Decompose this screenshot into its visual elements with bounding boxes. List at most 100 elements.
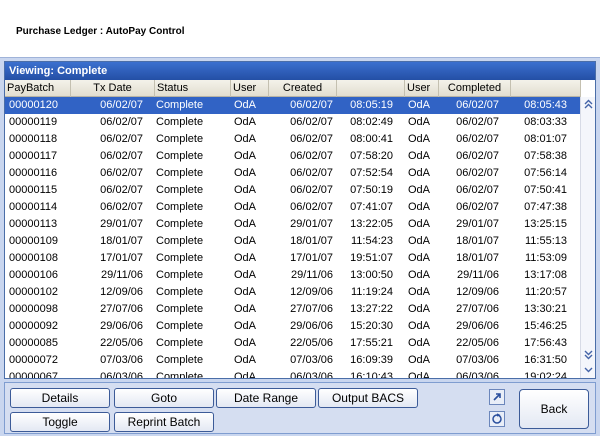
batch-panel: Viewing: Complete PayBatch Tx Date Statu… [4, 61, 596, 379]
table-row[interactable]: 00000120 06/02/07 Complete OdA 06/02/07 08:05… [5, 97, 581, 114]
cell-created-date: 06/02/07 [290, 150, 333, 162]
window-title: Purchase Ledger : AutoPay Control [16, 26, 185, 37]
cell-completed-time: 11:55:13 [524, 235, 567, 247]
cell-completed-date: 06/03/06 [456, 371, 499, 378]
col-header-status[interactable]: Status [155, 80, 231, 97]
cell-created-time: 08:00:41 [350, 133, 393, 145]
double-chevron-up-icon[interactable] [582, 99, 595, 112]
cell-completed-date: 06/02/07 [456, 116, 499, 128]
window-header: Purchase Ledger : AutoPay Control [0, 0, 600, 58]
col-header-paybatch[interactable]: PayBatch [5, 80, 71, 97]
cell-created-date: 06/02/07 [290, 133, 333, 145]
table-row[interactable]: 00000092 29/06/06 Complete OdA 29/06/06 15:20… [5, 318, 581, 335]
cell-created-time: 13:27:22 [350, 303, 393, 315]
table-row[interactable]: 00000109 18/01/07 Complete OdA 18/01/07 11:54… [5, 233, 581, 250]
back-button[interactable]: Back [519, 389, 589, 429]
cell-created-date: 29/01/07 [290, 218, 333, 230]
cell-completed-date: 06/02/07 [456, 201, 499, 213]
details-button[interactable]: Details [10, 388, 110, 408]
cell-created-date: 06/02/07 [290, 116, 333, 128]
cell-completed-time: 07:50:41 [524, 184, 567, 196]
cell-completed-time: 13:17:08 [524, 269, 567, 281]
cell-created-date: 18/01/07 [290, 235, 333, 247]
cell-txdate: 06/02/07 [100, 133, 143, 145]
cell-completed-date: 22/05/06 [456, 337, 499, 349]
reprint-batch-button[interactable]: Reprint Batch [114, 412, 214, 432]
cell-created-date: 06/03/06 [290, 371, 333, 378]
cell-completed-time: 13:25:15 [524, 218, 567, 230]
cell-completed-date: 18/01/07 [456, 252, 499, 264]
vertical-scrollbar[interactable] [580, 97, 595, 378]
table-row[interactable]: 00000117 06/02/07 Complete OdA 06/02/07 07:58… [5, 148, 581, 165]
cell-created-time: 13:22:05 [350, 218, 393, 230]
cell-created-time: 07:41:07 [350, 201, 393, 213]
col-header-created-time[interactable] [337, 80, 405, 97]
col-header-completed-time[interactable] [511, 80, 581, 97]
col-header-completed[interactable]: Completed [439, 80, 511, 97]
cell-status: Complete [156, 116, 204, 128]
cell-created-time: 13:00:50 [350, 269, 393, 281]
table-row[interactable]: 00000114 06/02/07 Complete OdA 06/02/07 07:41… [5, 199, 581, 216]
cell-txdate: 06/02/07 [100, 150, 143, 162]
cell-completed-date: 27/07/06 [456, 303, 499, 315]
table-row[interactable]: 00000102 12/09/06 Complete OdA 12/09/06 11:19… [5, 284, 581, 301]
cell-created-date: 27/07/06 [290, 303, 333, 315]
col-header-user[interactable]: User [231, 80, 269, 97]
cell-completed-time: 13:30:21 [524, 303, 567, 315]
table-row[interactable]: 00000115 06/02/07 Complete OdA 06/02/07 07:50… [5, 182, 581, 199]
table-row[interactable]: 00000072 07/03/06 Complete OdA 07/03/06 16:09… [5, 352, 581, 369]
date-range-button[interactable]: Date Range [216, 388, 316, 408]
cell-status: Complete [156, 303, 204, 315]
double-chevron-down-icon[interactable] [582, 350, 595, 363]
cell-completed-date: 06/02/07 [456, 99, 499, 111]
cell-completed-date: 29/11/06 [456, 269, 499, 281]
arrow-out-icon[interactable] [489, 389, 505, 405]
cell-completed-time: 15:46:25 [524, 320, 567, 332]
table-row[interactable]: 00000067 06/03/06 Complete OdA 06/03/06 16:10… [5, 369, 581, 378]
cell-status: Complete [156, 167, 204, 179]
cell-txdate: 17/01/07 [100, 252, 143, 264]
grid-header: PayBatch Tx Date Status User Created Use… [5, 80, 581, 97]
cell-status: Complete [156, 286, 204, 298]
output-bacs-button[interactable]: Output BACS [318, 388, 418, 408]
chevron-down-icon[interactable] [582, 364, 595, 377]
table-row[interactable]: 00000098 27/07/06 Complete OdA 27/07/06 13:27… [5, 301, 581, 318]
cell-created-time: 15:20:30 [350, 320, 393, 332]
goto-button[interactable]: Goto [114, 388, 214, 408]
col-header-user-completed[interactable]: User [405, 80, 439, 97]
col-header-txdate[interactable]: Tx Date [71, 80, 155, 97]
cell-completed-time: 07:56:14 [524, 167, 567, 179]
col-header-created[interactable]: Created [269, 80, 337, 97]
batch-table: 00000120 06/02/07 Complete OdA 06/02/07 08:05… [5, 97, 581, 378]
table-row[interactable]: 00000118 06/02/07 Complete OdA 06/02/07 08:00… [5, 131, 581, 148]
cell-created-date: 06/02/07 [290, 99, 333, 111]
table-row[interactable]: 00000113 29/01/07 Complete OdA 29/01/07 13:22… [5, 216, 581, 233]
cell-txdate: 18/01/07 [100, 235, 143, 247]
cell-created-date: 06/02/07 [290, 201, 333, 213]
table-row[interactable]: 00000106 29/11/06 Complete OdA 29/11/06 13:00… [5, 267, 581, 284]
table-row[interactable]: 00000085 22/05/06 Complete OdA 22/05/06 17:55… [5, 335, 581, 352]
cell-completed-date: 29/06/06 [456, 320, 499, 332]
cell-completed-time: 08:05:43 [524, 99, 567, 111]
cell-completed-time: 19:02:24 [524, 371, 567, 378]
cell-status: Complete [156, 235, 204, 247]
refresh-icon[interactable] [489, 411, 505, 427]
cell-txdate: 27/07/06 [100, 303, 143, 315]
cell-status: Complete [156, 371, 204, 378]
cell-txdate: 29/01/07 [100, 218, 143, 230]
cell-completed-time: 11:20:57 [524, 286, 567, 298]
cell-created-date: 22/05/06 [290, 337, 333, 349]
cell-created-time: 08:02:49 [350, 116, 393, 128]
cell-status: Complete [156, 99, 204, 111]
cell-completed-date: 06/02/07 [456, 184, 499, 196]
cell-completed-time: 07:58:38 [524, 150, 567, 162]
action-toolbar: Details Goto Date Range Output BACS Togg… [4, 382, 596, 434]
table-row[interactable]: 00000116 06/02/07 Complete OdA 06/02/07 07:52… [5, 165, 581, 182]
table-row[interactable]: 00000108 17/01/07 Complete OdA 17/01/07 19:51… [5, 250, 581, 267]
cell-status: Complete [156, 184, 204, 196]
cell-created-time: 07:50:19 [350, 184, 393, 196]
cell-completed-date: 18/01/07 [456, 235, 499, 247]
toggle-button[interactable]: Toggle [10, 412, 110, 432]
table-row[interactable]: 00000119 06/02/07 Complete OdA 06/02/07 08:02… [5, 114, 581, 131]
cell-completed-time: 11:53:09 [524, 252, 567, 264]
